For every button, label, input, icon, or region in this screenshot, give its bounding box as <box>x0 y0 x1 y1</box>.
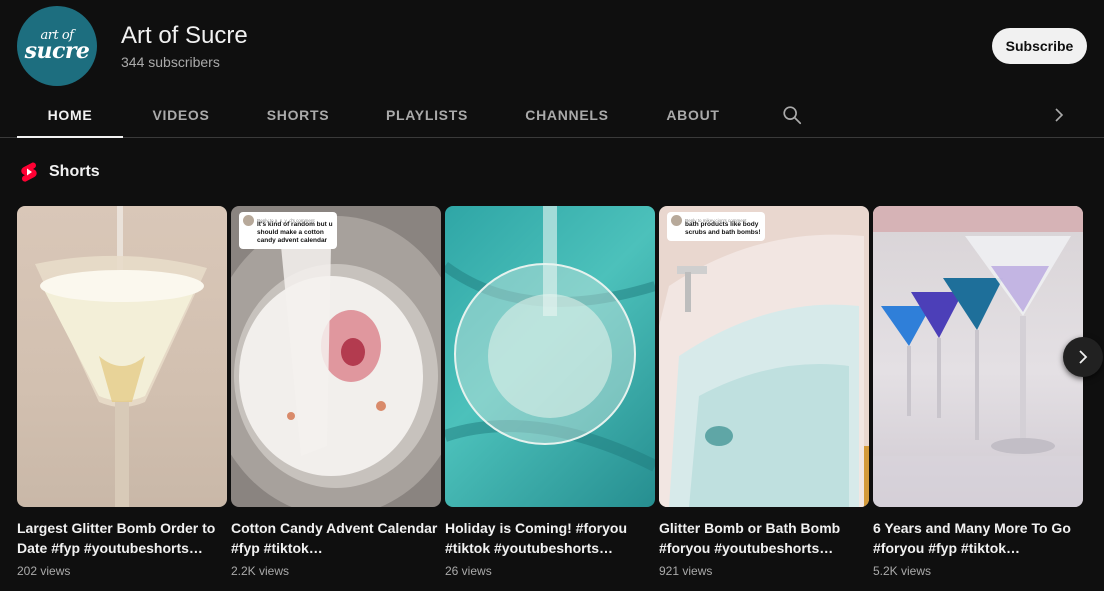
commenter-avatar <box>671 215 682 226</box>
short-title[interactable]: 6 Years and Many More To Go #foryou #fyp… <box>873 518 1083 558</box>
tab-home[interactable]: HOME <box>17 92 123 138</box>
thumbnail-image <box>873 206 1083 507</box>
subscriber-count: 344 subscribers <box>121 54 220 70</box>
tab-channels[interactable]: CHANNELS <box>519 92 615 137</box>
short-title[interactable]: Cotton Candy Advent Calendar #fyp #tikto… <box>231 518 441 558</box>
channel-tabs: HOME VIDEOS SHORTS PLAYLISTS CHANNELS AB… <box>0 92 1104 138</box>
short-card[interactable]: 6 Years and Many More To Go #foryou #fyp… <box>873 206 1083 578</box>
subscribe-button[interactable]: Subscribe <box>992 28 1087 64</box>
tab-playlists[interactable]: PLAYLISTS <box>380 92 474 137</box>
channel-name: Art of Sucre <box>121 22 248 49</box>
short-title[interactable]: Holiday is Coming! #foryou #tiktok #yout… <box>445 518 655 558</box>
view-count: 2.2K views <box>231 564 290 578</box>
shorts-logo-icon <box>21 162 37 182</box>
channel-page: art of sucre Art of Sucre 344 subscriber… <box>0 0 1104 591</box>
short-card[interactable]: Largest Glitter Bomb Order to Date #fyp … <box>17 206 227 578</box>
shelf-next-button[interactable] <box>1063 337 1103 377</box>
short-card[interactable]: Holiday is Coming! #foryou #tiktok #yout… <box>445 206 655 578</box>
chevron-right-icon[interactable] <box>1050 105 1068 125</box>
short-thumbnail[interactable]: Reply to a_s_y_d's comment It's kind of … <box>231 206 441 507</box>
view-count: 921 views <box>659 564 713 578</box>
tab-videos[interactable]: VIDEOS <box>145 92 217 137</box>
reply-text: bath products like body scrubs and bath … <box>685 221 761 236</box>
short-card[interactable]: Reply to a_s_y_d's comment It's kind of … <box>231 206 441 578</box>
tab-shorts[interactable]: SHORTS <box>260 92 336 137</box>
short-thumbnail[interactable] <box>445 206 655 507</box>
thumbnail-image <box>35 206 207 507</box>
short-thumbnail[interactable]: Reply to mikey.cjon's comment bath produ… <box>659 206 869 507</box>
avatar-text-bottom: sucre <box>24 37 90 64</box>
view-count: 5.2K views <box>873 564 932 578</box>
view-count: 202 views <box>17 564 71 578</box>
search-icon[interactable] <box>781 104 803 126</box>
thumbnail-image <box>445 206 655 472</box>
comment-reply-sticker: Reply to a_s_y_d's comment It's kind of … <box>239 212 337 249</box>
thumbnail-image <box>231 216 441 507</box>
tab-about[interactable]: ABOUT <box>660 92 726 137</box>
channel-avatar[interactable]: art of sucre <box>17 6 97 86</box>
short-card[interactable]: Reply to mikey.cjon's comment bath produ… <box>659 206 869 578</box>
reply-text: It's kind of random but u should make a … <box>257 221 333 244</box>
thumbnail-image <box>659 234 869 507</box>
commenter-avatar <box>243 215 254 226</box>
chevron-right-icon <box>1079 350 1088 364</box>
view-count: 26 views <box>445 564 492 578</box>
shelf-title: Shorts <box>49 163 100 180</box>
short-title[interactable]: Glitter Bomb or Bath Bomb #foryou #youtu… <box>659 518 869 558</box>
comment-reply-sticker: Reply to mikey.cjon's comment bath produ… <box>667 212 765 241</box>
short-thumbnail[interactable] <box>17 206 227 507</box>
short-thumbnail[interactable] <box>873 206 1083 507</box>
short-title[interactable]: Largest Glitter Bomb Order to Date #fyp … <box>17 518 227 558</box>
